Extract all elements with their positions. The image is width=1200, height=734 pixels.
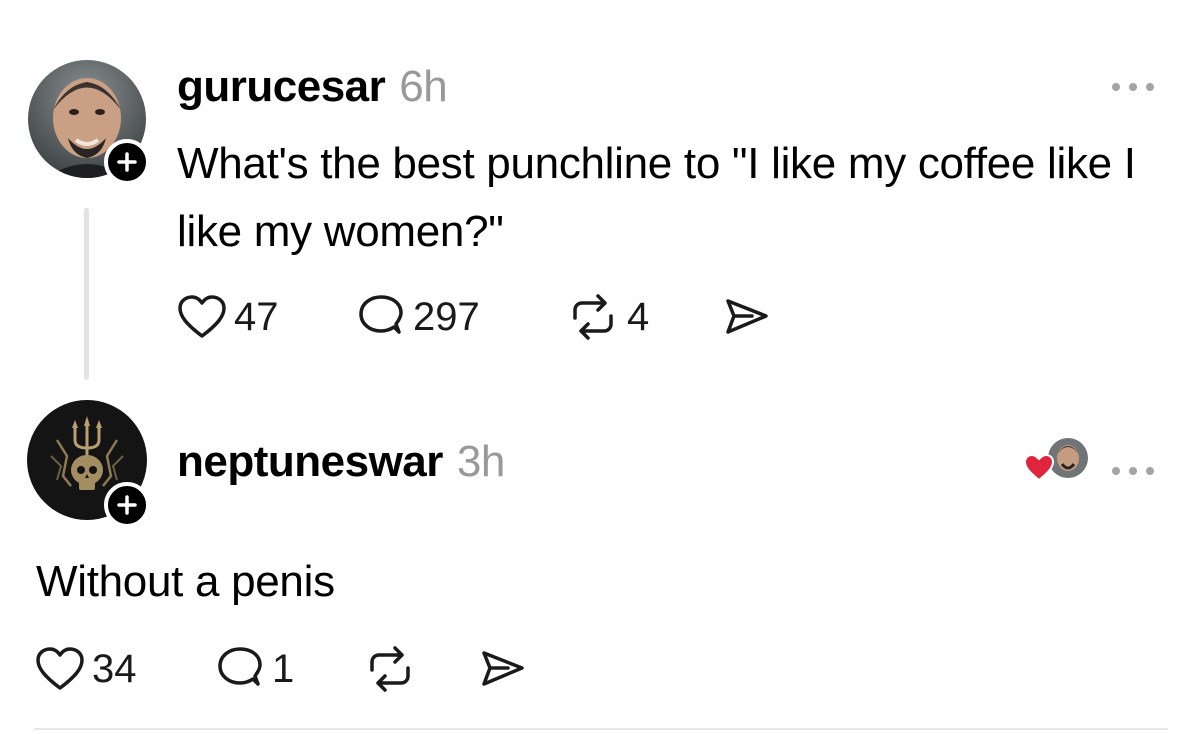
post-divider: [34, 728, 1168, 730]
like-button[interactable]: 34: [34, 646, 137, 692]
reply-count: 297: [413, 294, 480, 339]
like-button[interactable]: 47: [176, 294, 279, 340]
username[interactable]: neptuneswar: [177, 437, 443, 486]
send-icon: [726, 299, 768, 334]
more-dots-icon: [1112, 467, 1154, 475]
more-dots-icon: [1112, 83, 1154, 91]
repost-button[interactable]: [362, 646, 418, 692]
timestamp: 3h: [456, 437, 505, 486]
post-header: neptuneswar 3h: [177, 437, 505, 487]
plus-icon: [117, 152, 137, 172]
reply-count: 1: [272, 646, 295, 691]
thread-line: [84, 208, 89, 380]
liked-by-author-indicator: [1024, 436, 1090, 486]
share-button[interactable]: [478, 648, 528, 692]
timestamp: 6h: [399, 62, 448, 111]
like-count: 34: [92, 646, 137, 691]
repost-button[interactable]: 4: [565, 294, 649, 340]
post-text: What's the best punchline to "I like my …: [177, 139, 1136, 256]
repost-icon: [573, 294, 613, 340]
repost-icon: [370, 646, 410, 692]
reply-button[interactable]: 1: [214, 646, 294, 692]
red-heart-icon: [1024, 454, 1054, 482]
more-options-button[interactable]: [1108, 452, 1158, 486]
username[interactable]: gurucesar: [177, 62, 386, 111]
speech-bubble-icon: [218, 647, 262, 686]
speech-bubble-icon: [359, 295, 403, 334]
heart-icon: [178, 295, 226, 338]
repost-count: 4: [627, 294, 650, 339]
heart-icon: [36, 647, 84, 690]
share-button[interactable]: [722, 296, 772, 340]
post-header: gurucesar 6h: [177, 62, 448, 112]
plus-icon: [117, 495, 137, 515]
reply-button[interactable]: 297: [355, 294, 480, 340]
post-text: Without a penis: [36, 557, 335, 606]
more-options-button[interactable]: [1108, 68, 1158, 102]
follow-button-neptuneswar[interactable]: [104, 482, 150, 528]
follow-button-gurucesar[interactable]: [104, 139, 150, 185]
send-icon: [482, 651, 524, 686]
like-count: 47: [234, 294, 279, 339]
